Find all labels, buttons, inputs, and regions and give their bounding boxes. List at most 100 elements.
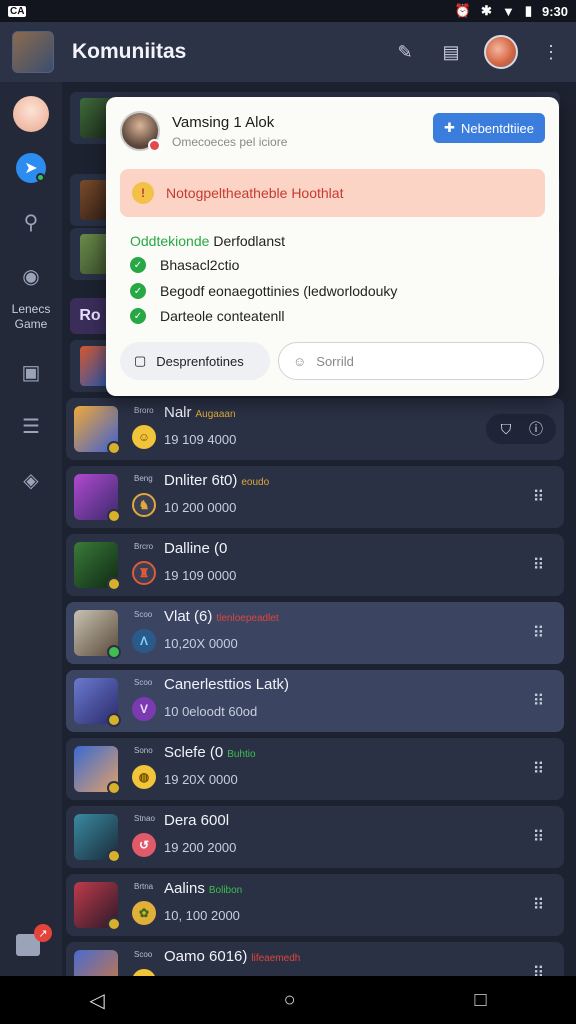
popup-action-button[interactable]: ✚ Nebentdtiiee	[433, 113, 545, 143]
checklist-item: ✓ Darteole conteatenll	[130, 308, 285, 324]
row-subtitle: 19 109 0000	[164, 568, 237, 583]
popup-action-label: Nebentdtiiee	[460, 120, 534, 136]
list-item[interactable]: V Scoo Canerlesttios Latk) 10 0eloodt 60…	[66, 670, 564, 732]
list-item[interactable]: ✿ Brtna Aalins Bolibon 10, 100 2000 ⠿	[66, 874, 564, 936]
status-badge: CA	[8, 5, 27, 17]
list-item[interactable]: ◍ Sono Sclefe (0 Buhtio 19 20X 0000 ⠿	[66, 738, 564, 800]
popup-avatar[interactable]	[120, 111, 161, 152]
more-icon[interactable]: ⠿	[524, 550, 554, 580]
status-bar: CA ⏰ ✱ ▼ ▮ 9:30	[0, 0, 576, 22]
recents-icon[interactable]: □	[474, 989, 486, 1012]
warning-icon: !	[132, 182, 154, 204]
search-icon[interactable]: ⚲	[13, 204, 49, 240]
info-icon[interactable]: ⓘ	[524, 418, 548, 440]
notifications-button[interactable]: ↗	[16, 924, 52, 956]
more-icon[interactable]: ⠿	[524, 482, 554, 512]
list-icon[interactable]: ☰	[13, 408, 49, 444]
sidebar-game-label[interactable]: Lenecs Game	[12, 302, 51, 332]
user-avatar[interactable]	[484, 35, 518, 69]
alarm-icon: ⏰	[454, 3, 472, 18]
checklist-item: ✓ Bhasacl2ctio	[130, 257, 239, 273]
row-actions: ⛉ ⓘ	[486, 414, 556, 444]
coin-icon: ♜	[132, 561, 156, 585]
list-item[interactable]: ☺ Broro Nalr Augaaan 19 109 4000 ⛉ ⓘ	[66, 398, 564, 460]
row-tag: Buhtio	[227, 749, 256, 760]
battery-icon: ▮	[524, 3, 532, 18]
game-thumbnail	[74, 474, 121, 523]
list-item[interactable]: Λ Scoo Vlat (6) tlenloepeadlet 10,20X 000…	[66, 602, 564, 664]
user-popup: Vamsing 1 Alok Omecoeces pel iciore ✚ Ne…	[106, 97, 559, 396]
list-item[interactable]: ✦ Scoo Oamo 6016)lifeaemedh ⠿	[66, 942, 564, 976]
game-icon[interactable]: ◉	[13, 258, 49, 294]
row-subtitle: 10 200 0000	[164, 500, 237, 515]
checklist-heading: Oddtekionde Derfodlanst	[130, 233, 285, 249]
row-title: Vlat (6)	[164, 608, 213, 625]
game-thumbnail	[74, 882, 121, 931]
coin-icon: ✦	[132, 969, 156, 976]
popup-secondary-label: Desprenfotines	[156, 353, 244, 369]
row-tag: eoudo	[241, 477, 270, 488]
list-item[interactable]: ♜ Brcro Dalline (0 19 109 0000 ⠿	[66, 534, 564, 596]
row-label: Scoo	[134, 950, 153, 959]
emoji-icon: ☺	[293, 353, 307, 369]
checklist-label: Darteole conteatenll	[160, 308, 285, 324]
community-avatar[interactable]	[12, 31, 54, 73]
row-title: Oamo 6016)	[164, 948, 248, 965]
row-subtitle: 19 20X 0000	[164, 772, 238, 787]
coin-icon: ✿	[132, 901, 156, 925]
alert-banner: ! Notogpeltheatheble Hoothlat	[120, 169, 545, 217]
checklist-heading-green: Oddtekionde	[130, 233, 210, 249]
row-tag: Bolibon	[208, 885, 243, 896]
row-subtitle: 10, 100 2000	[164, 908, 240, 923]
edit-icon[interactable]: ✎	[392, 39, 418, 65]
system-nav-bar: ◁ ○ □	[0, 976, 576, 1024]
shield-icon[interactable]: ⛉	[494, 418, 518, 440]
eye-icon[interactable]: ◈	[13, 462, 49, 498]
check-icon: ✓	[130, 308, 146, 324]
profile-avatar[interactable]	[13, 96, 49, 132]
checklist-item: ✓ Begodf eonaegottinies (ledworlodouky	[130, 283, 397, 299]
row-label: Brcro	[134, 542, 154, 551]
game-chip[interactable]: Ro	[70, 298, 110, 334]
back-icon[interactable]: ◁	[89, 988, 104, 1013]
bell-icon: ✚	[444, 120, 455, 135]
more-icon[interactable]: ⠿	[524, 754, 554, 784]
alert-text: Notogpeltheatheble Hoothlat	[166, 185, 344, 201]
more-icon[interactable]: ⠿	[524, 958, 554, 976]
game-thumbnail	[74, 814, 121, 863]
more-icon[interactable]: ⠿	[524, 890, 554, 920]
list-item[interactable]: ♞ Beng Dnliter 6t0) eoudo 10 200 0000 ⠿	[66, 466, 564, 528]
coin-icon: ☺	[132, 425, 156, 449]
row-label: Scoo	[134, 678, 153, 687]
list-item[interactable]: ↺ Stnao Dera 600l 19 200 2000 ⠿	[66, 806, 564, 868]
check-icon: ✓	[130, 283, 146, 299]
chat-icon: ▢	[134, 353, 147, 368]
popup-subtitle: Omecoeces pel iciore	[172, 134, 288, 149]
store-icon[interactable]: ▣	[13, 354, 49, 390]
home-icon[interactable]: ○	[284, 989, 296, 1012]
more-icon[interactable]: ⠿	[524, 686, 554, 716]
page-title: Komuniitas	[72, 40, 187, 63]
row-label: Brtna	[134, 882, 154, 891]
row-tag: tlenloepeadlet	[216, 613, 279, 624]
game-thumbnail	[74, 678, 121, 727]
game-thumbnail	[74, 610, 121, 659]
popup-secondary-button[interactable]: ▢ Desprenfotines	[120, 342, 270, 380]
popup-input-placeholder: Sorrild	[316, 353, 354, 369]
more-vertical-icon[interactable]: ⋮	[538, 39, 564, 65]
coin-icon: Λ	[132, 629, 156, 653]
more-icon[interactable]: ⠿	[524, 618, 554, 648]
coin-icon: ♞	[132, 493, 156, 517]
popup-input[interactable]: ☺ Sorrild	[278, 342, 544, 380]
sidebar-item-messenger[interactable]: ➤	[13, 150, 49, 186]
row-subtitle: 19 200 2000	[164, 840, 237, 855]
row-subtitle: 10,20X 0000	[164, 636, 238, 651]
game-thumbnail	[74, 542, 121, 591]
row-subtitle: 10 0eloodt 60od	[164, 704, 258, 719]
checklist-label: Bhasacl2ctio	[160, 257, 240, 273]
row-title: Sclefe (0	[164, 744, 224, 761]
more-icon[interactable]: ⠿	[524, 822, 554, 852]
row-title: Dera 600l	[164, 812, 230, 829]
message-icon[interactable]: ▤	[438, 39, 464, 65]
checklist-label: Begodf eonaegottinies (ledworlodouky	[160, 283, 398, 299]
